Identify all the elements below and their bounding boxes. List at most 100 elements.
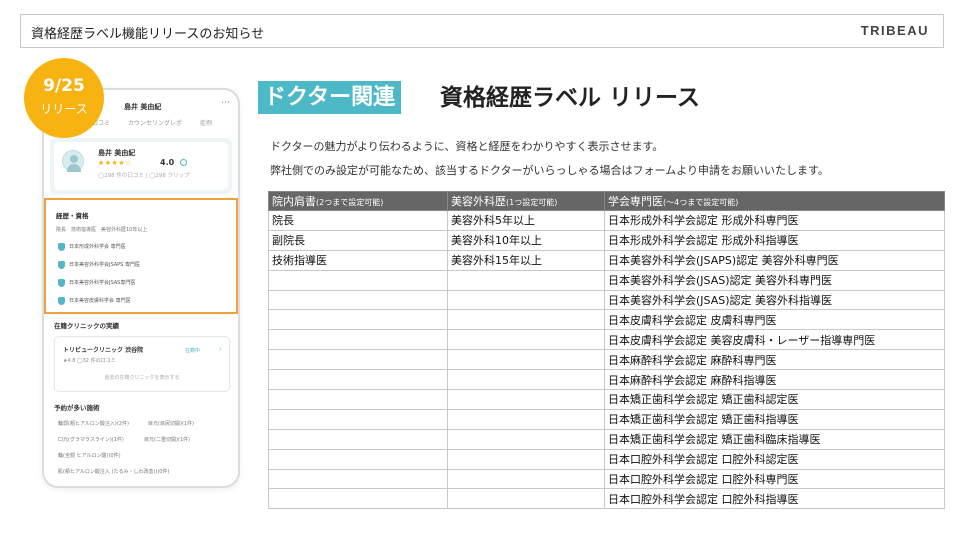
phone-mockup: 島井 美由紀 ⋯ 口コミ カウンセリングレポ 症例 島井 美由紀 ★★★★☆ 4…	[42, 88, 240, 488]
table-cell: 日本形成外科学会認定 形成外科指導医	[604, 229, 945, 251]
table-cell: 美容外科10年以上	[447, 229, 605, 251]
clinic-card[interactable]: トリビュークリニック 渋谷院 ★4.8 ◯32 件の口コミ 在籍中 ›	[54, 336, 230, 392]
shield-check-icon	[58, 243, 65, 251]
release-date-badge: 9/25 リリース	[24, 58, 104, 138]
procedure-item[interactable]: 口元(グラマラスライン)(1件)	[58, 436, 124, 443]
table-row: 院長 美容外科5年以上 日本形成外科学会認定 形成外科専門医	[268, 210, 945, 231]
slide-header: 資格経歴ラベル機能リリースのお知らせ TRIBEAU	[20, 14, 944, 48]
table-cell	[447, 289, 605, 311]
table-cell	[268, 309, 448, 331]
table-header-row: 院内肩書(2つまで設定可能) 美容外科歴(1つ設定可能) 学会専門医(～4つまで…	[268, 191, 945, 211]
table-cell	[268, 448, 448, 470]
star-rating-icon: ★★★★☆	[98, 159, 132, 167]
brand-logo: TRIBEAU	[860, 23, 929, 38]
table-cell: 日本矯正歯科学会認定 矯正歯科指導医	[604, 408, 945, 430]
table-row: 日本矯正歯科学会認定 矯正歯科指導医	[268, 408, 945, 430]
procedure-item[interactable]: 目元(二重切開)(1件)	[144, 436, 190, 443]
doctor-name: 島井 美由紀	[98, 149, 136, 157]
table-cell: 日本麻酔科学会認定 麻酔科専門医	[604, 349, 945, 371]
table-cell: 日本矯正歯科学会認定 矯正歯科臨床指導医	[604, 428, 945, 450]
procedures-heading: 予約が多い施術	[54, 404, 100, 412]
table-cell	[268, 428, 448, 450]
more-options-icon[interactable]: ⋯	[221, 98, 230, 108]
procedure-item[interactable]: 輪(全顔 ヒアルロン酸)(0件)	[58, 452, 121, 459]
tab-cases[interactable]: 症例	[200, 118, 212, 127]
past-clinics-link[interactable]: 過去の在籍クリニックを表示する	[54, 374, 230, 381]
table-cell: 日本形成外科学会認定 形成外科専門医	[604, 210, 945, 231]
table-cell: 日本麻酔科学会認定 麻酔科指導医	[604, 369, 945, 391]
clinic-status-badge: 在籍中	[185, 348, 201, 354]
table-cell	[447, 269, 605, 291]
table-row: 日本口腔外科学会認定 口腔外科専門医	[268, 468, 945, 490]
table-cell: 日本皮膚科学会認定 皮膚科専門医	[604, 309, 945, 331]
clinic-name: トリビュークリニック 渋谷院	[63, 347, 144, 354]
table-cell: 日本口腔外科学会認定 口腔外科認定医	[604, 448, 945, 470]
shield-check-icon	[58, 297, 65, 305]
table-row: 日本矯正歯科学会認定 矯正歯科臨床指導医	[268, 428, 945, 450]
review-counts: ◯298 件の口コミ | ◯298 クリップ	[98, 173, 190, 179]
table-row: 技術指導医 美容外科15年以上 日本美容外科学会(JSAPS)認定 美容外科専門医	[268, 249, 945, 271]
column-header: 院内肩書(2つまで設定可能)	[268, 191, 448, 211]
table-cell	[447, 428, 605, 450]
table-cell: 日本口腔外科学会認定 口腔外科専門医	[604, 468, 945, 490]
table-cell	[268, 349, 448, 371]
release-date: 9/25	[43, 76, 85, 96]
table-cell	[447, 488, 605, 510]
table-cell	[268, 289, 448, 311]
table-row: 日本美容外科学会(JSAS)認定 美容外科専門医	[268, 269, 945, 291]
table-cell	[268, 408, 448, 430]
qualification-badge: 日本美容皮膚科学会 専門医	[58, 296, 228, 306]
career-label-highlight: 経歴・資格 院長 技術指導医 美容外科歴10年以上 日本形成外科学会 専門医 日…	[44, 198, 238, 314]
table-cell: 技術指導医	[268, 249, 448, 271]
table-cell: 日本矯正歯科学会認定 矯正歯科認定医	[604, 389, 945, 410]
career-heading: 経歴・資格	[56, 212, 89, 220]
qualification-badge: 日本美容外科学会JSAPS 専門医	[58, 260, 228, 270]
description-line: ドクターの魅力がより伝わるように、資格と経歴をわかりやすく表示させます。	[270, 140, 664, 153]
qualification-badge: 日本形成外科学会 専門医	[58, 242, 228, 252]
table-cell: 副院長	[268, 229, 448, 251]
table-cell	[268, 488, 448, 510]
table-cell	[447, 448, 605, 470]
table-cell	[268, 369, 448, 391]
phone-doctor-name-top: 島井 美由紀	[124, 103, 162, 111]
table-cell: 日本美容外科学会(JSAPS)認定 美容外科専門医	[604, 249, 945, 271]
table-cell	[268, 269, 448, 291]
table-cell: 日本口腔外科学会認定 口腔外科指導医	[604, 488, 945, 510]
table-row: 日本矯正歯科学会認定 矯正歯科認定医	[268, 389, 945, 410]
chevron-right-icon: ›	[219, 345, 222, 353]
table-cell	[268, 389, 448, 410]
table-row: 日本麻酔科学会認定 麻酔科専門医	[268, 349, 945, 371]
table-cell: 日本美容外科学会(JSAS)認定 美容外科専門医	[604, 269, 945, 291]
table-cell	[447, 309, 605, 331]
table-cell	[268, 329, 448, 351]
table-row: 日本皮膚科学会認定 皮膚科専門医	[268, 309, 945, 331]
column-header: 学会専門医(～4つまで設定可能)	[604, 191, 945, 211]
table-cell	[447, 389, 605, 410]
procedure-item[interactable]: 肌(頬ヒアルロン酸注入 (たるみ・しわ改善))(0件)	[58, 468, 169, 475]
table-row: 日本口腔外科学会認定 口腔外科認定医	[268, 448, 945, 470]
table-cell: 日本皮膚科学会認定 美容皮膚科・レーザー指導専門医	[604, 329, 945, 351]
table-row: 日本皮膚科学会認定 美容皮膚科・レーザー指導専門医	[268, 329, 945, 351]
procedure-item[interactable]: 輪郭(頬ヒアルロン酸注入)(2件)	[58, 420, 129, 427]
clinic-heading: 在籍クリニックの実績	[54, 322, 119, 330]
career-subtitles: 院長 技術指導医 美容外科歴10年以上	[56, 227, 148, 233]
clinic-meta: ★4.8 ◯32 件の口コミ	[63, 358, 116, 364]
procedure-item[interactable]: 目元(目尻切開)(1件)	[148, 420, 194, 427]
release-label: リリース	[40, 102, 88, 116]
info-icon[interactable]	[180, 159, 187, 166]
table-cell	[447, 329, 605, 351]
avatar	[62, 150, 84, 172]
table-cell: 美容外科15年以上	[447, 249, 605, 271]
shield-check-icon	[58, 261, 65, 269]
table-row: 日本美容外科学会(JSAS)認定 美容外科指導医	[268, 289, 945, 311]
table-cell	[447, 468, 605, 490]
shield-check-icon	[58, 279, 65, 287]
tab-counseling[interactable]: カウンセリングレポ	[128, 118, 182, 127]
table-cell	[447, 349, 605, 371]
table-cell	[447, 369, 605, 391]
doctor-card: 島井 美由紀 ★★★★☆ 4.0 ◯298 件の口コミ | ◯298 クリップ	[50, 138, 232, 194]
table-row: 日本麻酔科学会認定 麻酔科指導医	[268, 369, 945, 391]
table-cell: 日本美容外科学会(JSAS)認定 美容外科指導医	[604, 289, 945, 311]
category-tag: ドクター関連	[258, 81, 402, 114]
table-cell: 院長	[268, 210, 448, 231]
